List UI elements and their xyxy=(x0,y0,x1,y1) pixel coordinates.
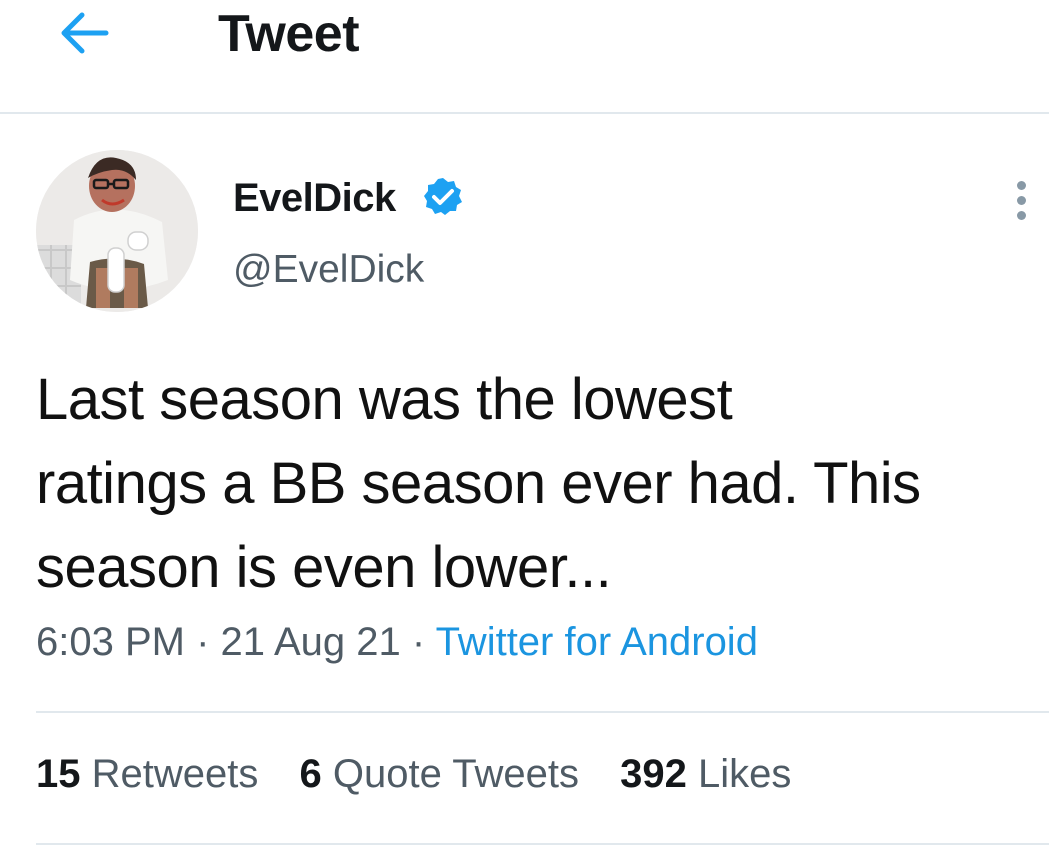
more-vertical-icon xyxy=(1016,180,1026,190)
tweet-metadata: 6:03 PM · 21 Aug 21 · Twitter for Androi… xyxy=(36,620,758,665)
likes-label: Likes xyxy=(697,752,792,796)
tweet-author: EvelDick @EvelDick xyxy=(36,150,1036,320)
tweet-date: 21 Aug 21 xyxy=(220,620,401,664)
avatar[interactable] xyxy=(36,150,198,312)
top-bar: Tweet xyxy=(0,0,1049,114)
more-vertical-icon-dot xyxy=(1016,210,1026,220)
more-vertical-icon-dot xyxy=(1016,195,1026,205)
divider xyxy=(36,711,1049,713)
avatar-image xyxy=(36,150,198,312)
page-title: Tweet xyxy=(218,5,360,63)
tweet-text-line: Last season was the lowest xyxy=(36,367,733,432)
divider xyxy=(36,843,1049,845)
quote-tweets-stat[interactable]: 6 Quote Tweets xyxy=(300,752,579,797)
retweets-label: Retweets xyxy=(91,752,259,796)
tweet-text: Last season was the lowest ratings a BB … xyxy=(36,358,1046,610)
quote-tweets-label: Quote Tweets xyxy=(332,752,579,796)
author-handle[interactable]: @EvelDick xyxy=(233,248,424,292)
arrow-left-icon xyxy=(61,12,109,54)
tweet-text-line: season is even lower... xyxy=(36,535,612,600)
tweet-text-line: ratings a BB season ever had. This xyxy=(36,451,921,516)
more-options-button[interactable] xyxy=(1003,176,1039,224)
author-display-name[interactable]: EvelDick xyxy=(233,176,396,221)
likes-stat[interactable]: 392 Likes xyxy=(620,752,791,797)
meta-separator: · xyxy=(196,620,210,664)
back-button[interactable] xyxy=(54,8,114,58)
verified-badge-icon xyxy=(424,178,462,215)
tweet-source-link[interactable]: Twitter for Android xyxy=(436,620,758,664)
tweet-time: 6:03 PM xyxy=(36,620,185,664)
meta-separator: · xyxy=(411,620,426,664)
quote-tweets-count: 6 xyxy=(299,752,322,796)
retweets-stat[interactable]: 15 Retweets xyxy=(36,752,258,797)
tweet-stats: 15 Retweets 6 Quote Tweets 392 Likes xyxy=(36,752,821,797)
likes-count: 392 xyxy=(620,752,687,796)
retweets-count: 15 xyxy=(36,752,81,796)
